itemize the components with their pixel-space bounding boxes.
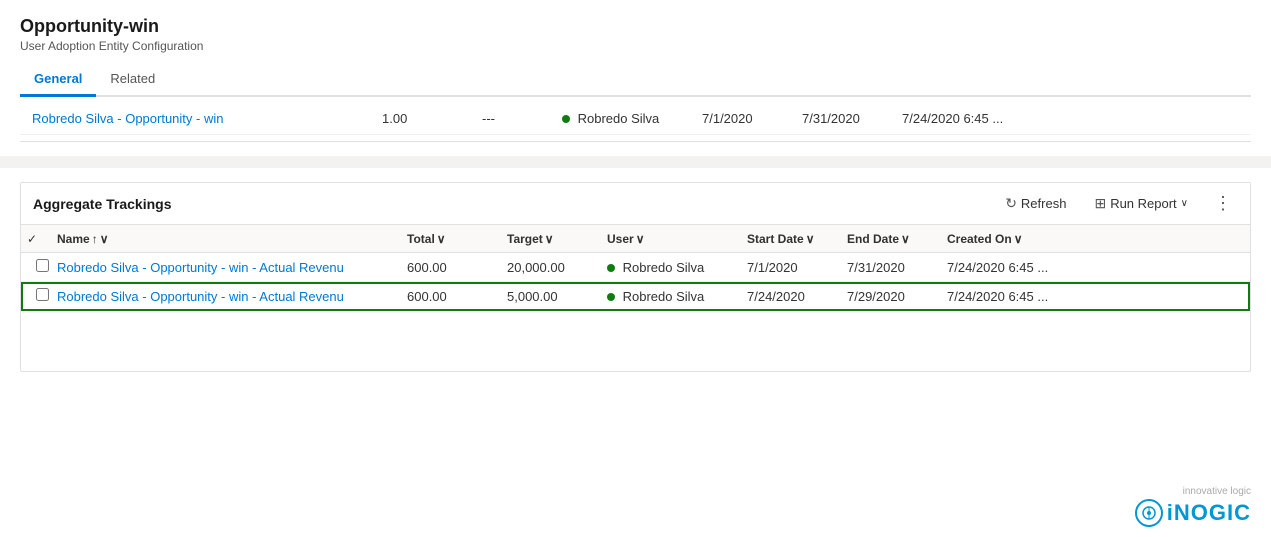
created-on-label: Created On: [947, 232, 1012, 246]
row-user: Robredo Silva: [607, 289, 747, 304]
aggregate-trackings-section: Aggregate Trackings ↻ Refresh ⊞ Run Repo…: [20, 182, 1251, 372]
filter-icon: ∨: [100, 232, 109, 246]
end-date-filter-icon: ∨: [901, 232, 910, 246]
row-name: Robredo Silva - Opportunity - win - Actu…: [57, 260, 407, 275]
aggregate-rows: Robredo Silva - Opportunity - win - Actu…: [21, 253, 1250, 311]
status-dot-icon: [607, 293, 615, 301]
row-total: 600.00: [407, 260, 507, 275]
tab-general[interactable]: General: [20, 63, 96, 97]
row-user: Robredo Silva: [607, 260, 747, 275]
grid-header-bar: Aggregate Trackings ↻ Refresh ⊞ Run Repo…: [21, 183, 1250, 225]
top-record-created-on: 7/24/2020 6:45 ...: [902, 111, 1062, 126]
status-dot-icon: [607, 264, 615, 272]
top-record-row: Robredo Silva - Opportunity - win 1.00 -…: [20, 103, 1251, 135]
column-headers: ✓ Name ↑ ∨ Total ∨ Target ∨ User ∨ Start…: [21, 225, 1250, 253]
top-record-user: Robredo Silva: [562, 111, 702, 126]
top-record-dash: ---: [482, 111, 562, 126]
inogic-brand: iNOGIC: [1167, 500, 1251, 526]
tab-bar: General Related: [20, 63, 1251, 97]
row-name: Robredo Silva - Opportunity - win - Actu…: [57, 289, 407, 304]
sort-asc-icon: ↑: [92, 232, 98, 246]
refresh-label: Refresh: [1021, 196, 1067, 211]
row-start-date: 7/24/2020: [747, 289, 847, 304]
row-checkbox[interactable]: [27, 288, 57, 304]
row-total: 600.00: [407, 289, 507, 304]
row-end-date: 7/31/2020: [847, 260, 947, 275]
total-filter-icon: ∨: [437, 232, 446, 246]
grid-title: Aggregate Trackings: [33, 196, 997, 212]
run-report-button[interactable]: ⊞ Run Report ∨: [1086, 191, 1196, 216]
row-target: 20,000.00: [507, 260, 607, 275]
top-record-start-date: 7/1/2020: [702, 111, 802, 126]
tab-related[interactable]: Related: [96, 63, 169, 97]
inogic-watermark: innovative logic iNOGIC: [1135, 486, 1251, 527]
inogic-tagline: innovative logic: [1135, 486, 1251, 497]
col-name[interactable]: Name ↑ ∨: [57, 232, 407, 246]
col-start-date[interactable]: Start Date ∨: [747, 232, 847, 246]
top-record-section: Robredo Silva - Opportunity - win 1.00 -…: [20, 97, 1251, 142]
row-start-date: 7/1/2020: [747, 260, 847, 275]
user-filter-icon: ∨: [636, 232, 645, 246]
grid-actions: ↻ Refresh ⊞ Run Report ∨ ⋮: [997, 191, 1238, 216]
inogic-icon: [1135, 499, 1163, 527]
target-filter-icon: ∨: [545, 232, 554, 246]
top-record-end-date: 7/31/2020: [802, 111, 902, 126]
chevron-down-icon: ∨: [1181, 198, 1188, 209]
col-total[interactable]: Total ∨: [407, 232, 507, 246]
refresh-icon: ↻: [1005, 195, 1017, 212]
col-user[interactable]: User ∨: [607, 232, 747, 246]
refresh-button[interactable]: ↻ Refresh: [997, 191, 1074, 216]
table-row[interactable]: Robredo Silva - Opportunity - win - Actu…: [21, 282, 1250, 311]
report-icon: ⊞: [1094, 195, 1106, 212]
row-end-date: 7/29/2020: [847, 289, 947, 304]
row-created-on: 7/24/2020 6:45 ...: [947, 289, 1107, 304]
col-created-on[interactable]: Created On ∨: [947, 232, 1107, 246]
row-checkbox[interactable]: [27, 259, 57, 275]
col-end-date[interactable]: End Date ∨: [847, 232, 947, 246]
empty-space: [21, 311, 1250, 371]
start-date-filter-icon: ∨: [806, 232, 815, 246]
section-separator: [0, 156, 1271, 168]
created-on-filter-icon: ∨: [1014, 232, 1023, 246]
col-target[interactable]: Target ∨: [507, 232, 607, 246]
checkbox-header: ✓: [27, 231, 57, 246]
status-dot-icon: [562, 115, 570, 123]
row-created-on: 7/24/2020 6:45 ...: [947, 260, 1107, 275]
table-row[interactable]: Robredo Silva - Opportunity - win - Actu…: [21, 253, 1250, 282]
inogic-logo: iNOGIC: [1135, 499, 1251, 527]
top-record-name[interactable]: Robredo Silva - Opportunity - win: [32, 111, 382, 126]
page-title: Opportunity-win User Adoption Entity Con…: [20, 16, 1251, 53]
row-target: 5,000.00: [507, 289, 607, 304]
more-options-button[interactable]: ⋮: [1208, 191, 1238, 216]
top-record-total: 1.00: [382, 111, 482, 126]
run-report-label: Run Report: [1110, 196, 1176, 211]
